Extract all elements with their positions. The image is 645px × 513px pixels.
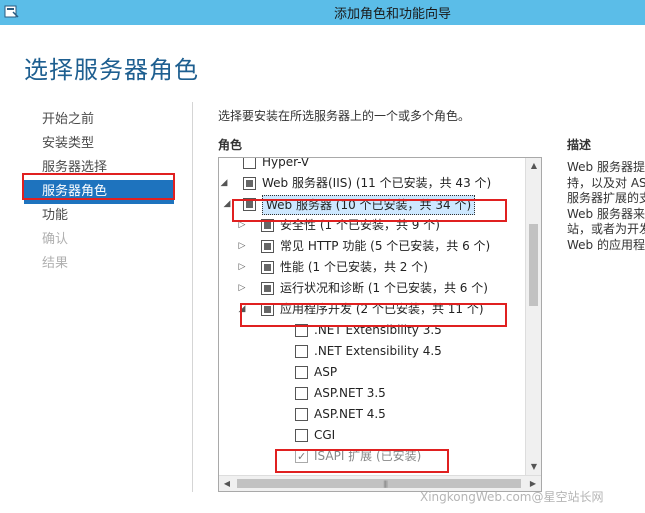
description-line: Web 的应用程 [567,237,645,252]
tree-row-label: 性能 (1 个已安装，共 2 个) [280,260,428,274]
scroll-down-arrow-icon[interactable]: ▼ [526,459,541,475]
tree-row[interactable]: ASP [219,362,526,383]
tree-checkbox[interactable] [295,429,308,442]
nav-item-results: 结果 [42,256,69,271]
watermark: XingkongWeb.com@星空站长网 [420,490,604,504]
title-bar: 添加角色和功能向导 [0,0,645,25]
expand-arrow-icon[interactable]: ▷ [237,257,247,278]
tree-row[interactable]: ▷ 运行状况和诊断 (1 个已安装，共 6 个) [219,278,526,299]
description-text: Web 服务器提 持，以及对 AS 服务器扩展的支 Web 服务器来 站，或者为… [567,160,645,253]
nav-divider [192,102,193,492]
nav-item-features[interactable]: 功能 [42,204,192,228]
tree-row[interactable]: Hyper-V [219,157,526,173]
tree-row-label: ASP.NET 3.5 [314,386,386,400]
nav-item-confirmation: 确认 [42,232,69,247]
vertical-scroll-thumb[interactable] [529,224,538,306]
nav-item-installation-type[interactable]: 安装类型 [42,132,192,156]
tree-checkbox[interactable] [295,408,308,421]
tree-checkbox[interactable] [261,261,274,274]
tree-row-label: ASP.NET 4.5 [314,407,386,421]
tree-row[interactable]: .NET Extensibility 4.5 [219,341,526,362]
tree-row-label: Hyper-V [262,157,310,169]
description-line: 服务器扩展的支 [567,191,645,205]
tree-row-label: .NET Extensibility 4.5 [314,344,442,358]
tree-checkbox[interactable] [295,345,308,358]
description-line: 站，或者为开发 [567,222,645,236]
description-line: Web 服务器来 [567,206,645,221]
vertical-scrollbar[interactable]: ▲ ▼ [525,158,541,475]
highlight-box-isapi [275,449,449,473]
tree-checkbox[interactable] [261,282,274,295]
collapse-arrow-icon[interactable]: ◢ [219,173,229,194]
tree-checkbox[interactable] [243,177,256,190]
instruction-text: 选择要安装在所选服务器上的一个或多个角色。 [218,109,471,123]
description-line: 持，以及对 AS [567,175,645,190]
highlight-box-nav [22,173,175,200]
tree-checkbox[interactable] [295,366,308,379]
tree-row-label: ASP [314,365,338,379]
roles-header: 角色 [218,138,243,152]
tree-row[interactable]: CGI [219,425,526,446]
tree-row[interactable]: ASP.NET 4.5 [219,404,526,425]
tree-row-label: 运行状况和诊断 (1 个已安装，共 6 个) [280,281,488,295]
window-title: 添加角色和功能向导 [333,7,451,22]
page-title: 选择服务器角色 [24,56,199,84]
tree-checkbox[interactable] [261,240,274,253]
highlight-box-app-dev [240,303,507,327]
scroll-grip-icon: ||| [383,480,388,488]
tree-row-label: CGI [314,428,336,442]
tree-row[interactable]: ▷ 常见 HTTP 功能 (5 个已安装，共 6 个) [219,236,526,257]
tree-row-label: Web 服务器(IIS) (11 个已安装，共 43 个) [262,176,492,190]
tree-row[interactable]: ASP.NET 3.5 [219,383,526,404]
tree-row-label: 常见 HTTP 功能 (5 个已安装，共 6 个) [280,239,491,253]
description-line: Web 服务器提 [567,160,645,174]
tree-row[interactable]: ▷ 性能 (1 个已安装，共 2 个) [219,257,526,278]
horizontal-scroll-thumb[interactable]: ||| [237,479,521,488]
description-header: 描述 [567,138,592,152]
tree-checkbox[interactable] [243,158,256,169]
scroll-up-arrow-icon[interactable]: ▲ [526,158,541,174]
highlight-box-web-server [232,199,507,222]
tree-row[interactable]: ◢ Web 服务器(IIS) (11 个已安装，共 43 个) [219,173,526,194]
scroll-left-arrow-icon[interactable]: ◀ [219,476,235,491]
collapse-arrow-icon[interactable]: ◢ [222,194,232,215]
expand-arrow-icon[interactable]: ▷ [237,236,247,257]
expand-arrow-icon[interactable]: ▷ [237,278,247,299]
tree-checkbox[interactable] [295,387,308,400]
nav-item-before-you-begin[interactable]: 开始之前 [42,108,192,132]
